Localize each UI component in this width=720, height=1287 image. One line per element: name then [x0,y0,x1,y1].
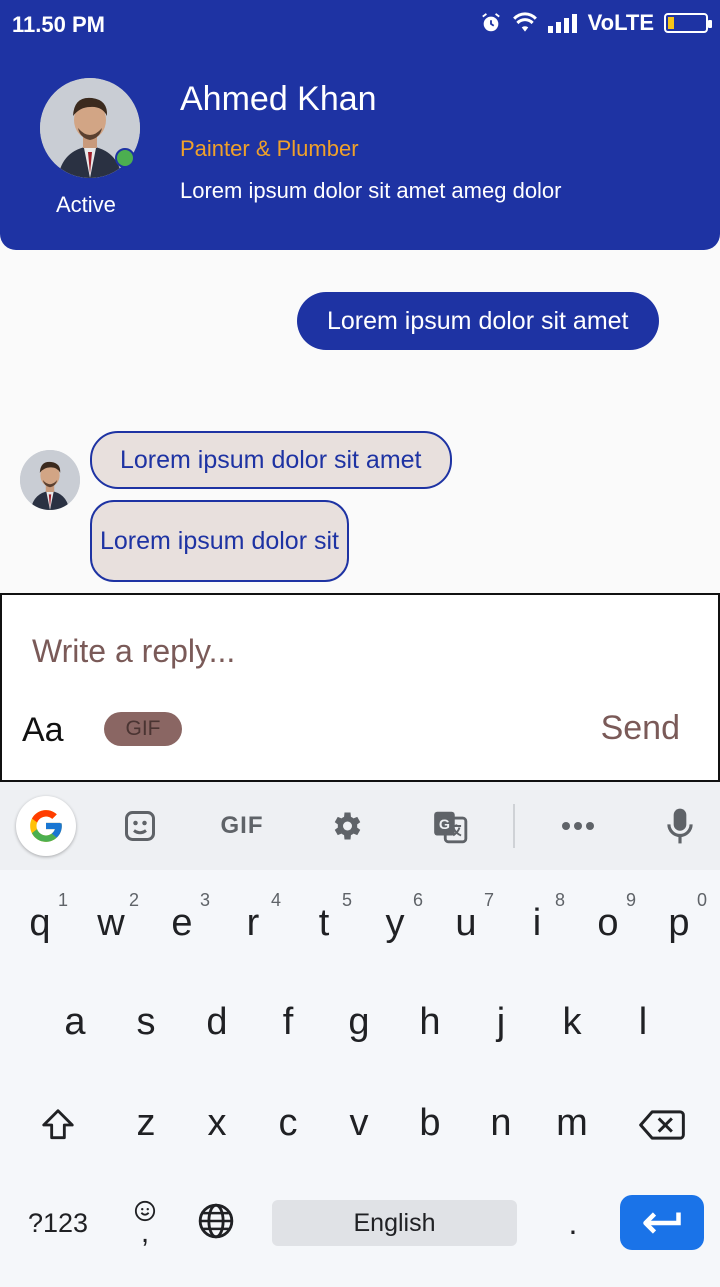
enter-key[interactable] [620,1195,704,1250]
svg-text:G: G [439,817,450,833]
onscreen-keyboard: q1 w2 e3 r4 t5 y6 u7 i8 o9 p0 a s d f g … [0,870,720,1287]
sender-avatar [20,450,80,510]
outgoing-message[interactable]: Lorem ipsum dolor sit amet [297,292,659,350]
sticker-icon[interactable] [110,796,170,856]
chat-header: 11.50 PM VoLTE Active Ahmed Khan Painter… [0,0,720,250]
network-label: VoLTE [587,10,654,35]
language-globe-key[interactable] [190,1195,242,1247]
shift-icon [42,1109,74,1140]
key-t[interactable]: t5 [294,888,354,958]
gif-keyboard-button[interactable]: GIF [212,796,272,856]
incoming-message[interactable]: Lorem ipsum dolor sit amet [90,431,452,489]
key-label: u [455,901,477,944]
key-label: r [246,901,260,944]
key-z[interactable]: z [116,1088,176,1158]
key-label: p [668,901,690,944]
emoji-comma-key[interactable]: , [120,1192,170,1252]
enter-arrow-icon [643,1211,681,1234]
font-toggle-button[interactable]: Aa [22,711,64,750]
key-label: w [97,901,125,944]
comma-label: , [140,1216,150,1249]
symbols-key[interactable]: ?123 [18,1200,98,1246]
gif-keyboard-label: GIF [220,812,264,839]
alarm-icon [481,13,500,32]
key-n[interactable]: n [471,1088,531,1158]
microphone-icon[interactable] [650,796,710,856]
key-i[interactable]: i8 [507,888,567,958]
key-label: i [532,901,542,944]
key-k[interactable]: k [542,987,602,1057]
active-status-label: Active [56,192,116,217]
backspace-icon [639,1110,685,1140]
key-u[interactable]: u7 [436,888,496,958]
status-time: 11.50 PM [12,12,105,37]
key-hint: 2 [128,890,139,910]
key-w[interactable]: w2 [81,888,141,958]
google-icon[interactable] [16,796,76,856]
send-button[interactable]: Send [601,709,680,748]
backspace-key[interactable] [632,1090,692,1160]
key-hint: 8 [554,890,565,910]
battery-icon [664,13,712,33]
signal-icon [547,14,577,33]
shift-key[interactable] [28,1090,88,1160]
key-a[interactable]: a [45,987,105,1057]
key-hint: 3 [199,890,210,910]
key-h[interactable]: h [400,987,460,1057]
space-key[interactable]: English [272,1200,517,1246]
key-o[interactable]: o9 [578,888,638,958]
key-f[interactable]: f [258,987,318,1057]
key-hint: 6 [412,890,423,910]
key-d[interactable]: d [187,987,247,1057]
key-label: y [385,901,405,944]
key-y[interactable]: y6 [365,888,425,958]
key-j[interactable]: j [471,987,531,1057]
online-status-dot [115,148,135,168]
reply-input[interactable] [32,633,632,670]
key-m[interactable]: m [542,1088,602,1158]
key-label: q [29,901,51,944]
key-s[interactable]: s [116,987,176,1057]
key-v[interactable]: v [329,1088,389,1158]
translate-icon[interactable]: G [420,796,480,856]
key-hint: 7 [483,890,494,910]
key-l[interactable]: l [613,987,673,1057]
key-e[interactable]: e3 [152,888,212,958]
profile-name: Ahmed Khan [180,80,377,118]
key-hint: 9 [625,890,636,910]
status-bar: 11.50 PM VoLTE [0,0,720,50]
key-b[interactable]: b [400,1088,460,1158]
key-hint: 5 [341,890,352,910]
reply-composer: Aa GIF Send [0,593,720,782]
key-hint: 4 [270,890,281,910]
gif-button[interactable]: GIF [104,712,182,746]
key-p[interactable]: p0 [649,888,709,958]
key-hint: 1 [57,890,68,910]
key-q[interactable]: q1 [10,888,70,958]
key-hint: 0 [696,890,707,910]
key-r[interactable]: r4 [223,888,283,958]
incoming-message[interactable]: Lorem ipsum dolor sit [90,500,349,582]
profile-description: Lorem ipsum dolor sit amet ameg dolor [180,178,562,203]
toolbar-divider [513,804,515,848]
more-options-icon[interactable] [548,796,608,856]
profile-role: Painter & Plumber [180,136,359,161]
key-c[interactable]: c [258,1088,318,1158]
settings-gear-icon[interactable] [316,796,376,856]
key-label: o [597,901,619,944]
keyboard-toolbar: GIF G [0,782,720,870]
key-x[interactable]: x [187,1088,247,1158]
key-g[interactable]: g [329,987,389,1057]
key-label: e [171,901,193,944]
status-icons: VoLTE [480,10,712,36]
key-label: t [318,901,330,944]
period-key[interactable]: . [548,1200,598,1246]
globe-icon [198,1203,234,1239]
wifi-icon [512,12,537,32]
